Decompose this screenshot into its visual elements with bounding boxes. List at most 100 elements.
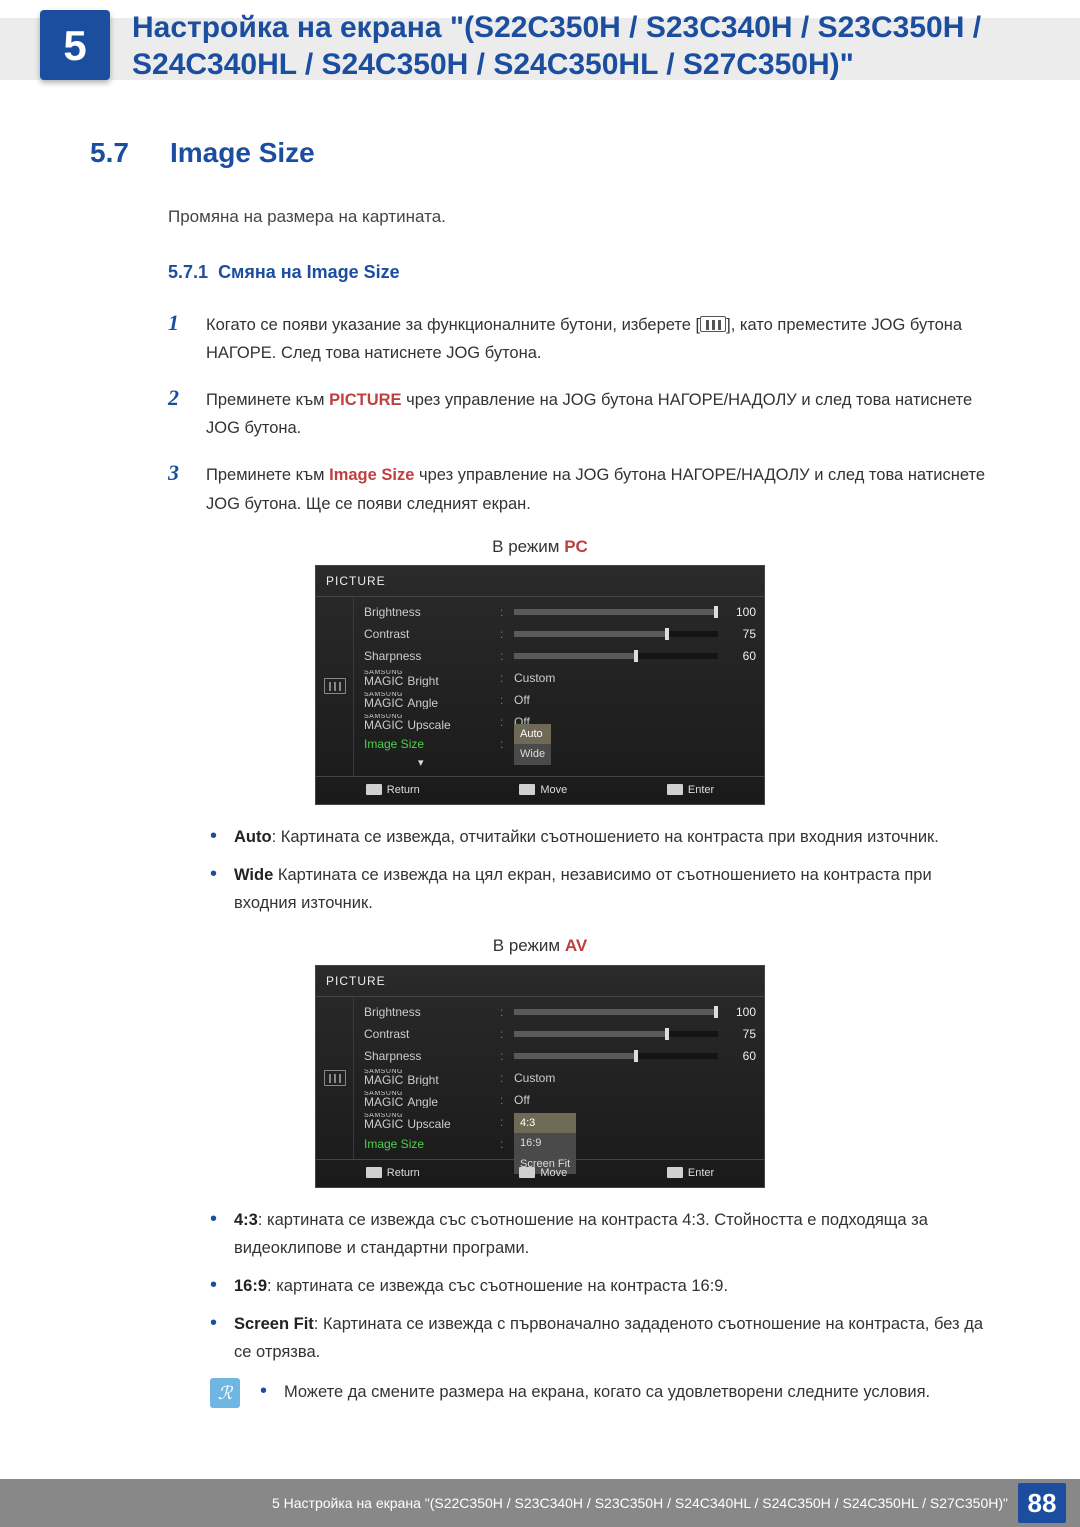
mode-name: PC (564, 537, 588, 556)
osd-option: Auto (514, 724, 551, 745)
osd-row-magic-angle: SAMSUNGMAGIC Angle : Off (364, 689, 756, 711)
osd-value: Off (514, 691, 756, 709)
step-number: 3 (168, 456, 188, 489)
page-number: 88 (1018, 1483, 1066, 1523)
osd-row-image-size: Image Size : 4:3 16:9 Screen Fit (364, 1133, 756, 1155)
magic-brand: MAGIC (364, 1119, 403, 1130)
osd-row-magic-angle: SAMSUNGMAGIC Angle : Off (364, 1089, 756, 1111)
magic-suffix: Bright (407, 1075, 438, 1086)
bullet-text: : Картината се извежда с първоначално за… (234, 1315, 983, 1361)
subsection-number: 5.7.1 (168, 262, 208, 282)
info-icon: ℛ (210, 1378, 240, 1408)
picture-icon (324, 1070, 346, 1086)
mode-name: AV (565, 936, 587, 955)
osd-value: 60 (728, 647, 756, 665)
osd-label: Contrast (364, 625, 494, 643)
osd-title: PICTURE (316, 966, 764, 997)
osd-label: Sharpness (364, 647, 494, 665)
move-icon (519, 784, 535, 795)
osd-row-magic-bright: SAMSUNGMAGIC Bright : Custom (364, 1067, 756, 1089)
mode-prefix: В режим (493, 936, 565, 955)
mode-caption-av: В режим AV (90, 933, 990, 959)
osd-label: Contrast (364, 1025, 494, 1043)
osd-value: 60 (728, 1047, 756, 1065)
bullet: • 4:3: картината се извежда със съотноше… (210, 1206, 990, 1262)
osd-row-sharpness: Sharpness : 60 (364, 1045, 756, 1067)
bullet-text: : картината се извежда със съотношение н… (234, 1211, 928, 1257)
picture-icon (324, 678, 346, 694)
osd-value: Custom (514, 669, 756, 687)
osd-row-brightness: Brightness : 100 (364, 601, 756, 623)
osd-option: 4:3 (514, 1113, 576, 1134)
bullet-keyword: 4:3 (234, 1211, 258, 1229)
magic-suffix: Upscale (407, 1119, 450, 1130)
osd-label: Image Size (364, 1135, 494, 1153)
magic-brand: MAGIC (364, 1097, 403, 1108)
move-icon (519, 1167, 535, 1178)
section-heading: 5.7Image Size (90, 132, 990, 174)
chapter-number-badge: 5 (40, 10, 110, 80)
keyword: Image Size (329, 466, 414, 484)
osd-value: 75 (728, 625, 756, 643)
magic-brand: MAGIC (364, 720, 403, 731)
osd-footer-enter: Enter (688, 782, 714, 799)
osd-footer-enter: Enter (688, 1165, 714, 1182)
magic-suffix: Angle (407, 698, 438, 709)
osd-screenshot-av: PICTURE Brightness : 100 Contrast : 75 (315, 965, 765, 1189)
bullet: • Auto: Картината се извежда, отчитайки … (210, 823, 990, 851)
enter-icon (667, 1167, 683, 1178)
bullet: • Screen Fit: Картината се извежда с пър… (210, 1310, 990, 1366)
osd-value: Off (514, 1091, 756, 1109)
bullet: • Wide Картината се извежда на цял екран… (210, 861, 990, 917)
info-note: Можете да смените размера на екрана, ког… (284, 1378, 930, 1406)
step-item: 1 Когато се появи указание за функционал… (168, 306, 990, 367)
osd-row-contrast: Contrast : 75 (364, 623, 756, 645)
step-item: 2 Преминете към PICTURE чрез управление … (168, 381, 990, 442)
section-number: 5.7 (90, 132, 170, 174)
page-footer: 5 Настройка на екрана "(S22C350H / S23C3… (0, 1479, 1080, 1527)
osd-value: 75 (728, 1025, 756, 1043)
osd-option: Wide (514, 744, 551, 765)
osd-label: Image Size (364, 735, 494, 753)
mode-caption-pc: В режим PC (90, 534, 990, 560)
step-item: 3 Преминете към Image Size чрез управлен… (168, 456, 990, 517)
magic-brand: MAGIC (364, 1075, 403, 1086)
osd-footer-return: Return (387, 782, 420, 799)
osd-label: Sharpness (364, 1047, 494, 1065)
osd-label: Brightness (364, 1003, 494, 1021)
mode-prefix: В режим (492, 537, 564, 556)
chapter-title: Настройка на екрана "(S22C350H / S23C340… (132, 10, 1020, 84)
bullet-text: : Картината се извежда, отчитайки съотно… (272, 828, 939, 846)
return-icon (366, 1167, 382, 1178)
osd-label: Brightness (364, 603, 494, 621)
bullet-keyword: Auto (234, 828, 272, 846)
osd-row-magic-bright: SAMSUNGMAGIC Bright : Custom (364, 667, 756, 689)
bullet-text: Картината се извежда на цял екран, незав… (234, 866, 932, 912)
osd-row-brightness: Brightness : 100 (364, 1001, 756, 1023)
step-number: 2 (168, 381, 188, 414)
step-text: Преминете към (206, 466, 329, 484)
section-title-text: Image Size (170, 137, 315, 168)
osd-footer-return: Return (387, 1165, 420, 1182)
osd-option: 16:9 (514, 1133, 576, 1154)
keyword: PICTURE (329, 391, 401, 409)
bullet-keyword: Screen Fit (234, 1315, 314, 1333)
bullet-keyword: Wide (234, 866, 273, 884)
section-intro: Промяна на размера на картината. (168, 204, 990, 230)
subsection-heading: 5.7.1 Смяна на Image Size (168, 259, 990, 286)
osd-footer-move: Move (540, 1165, 567, 1182)
bullet: • 16:9: картината се извежда със съотнош… (210, 1272, 990, 1300)
osd-value: 100 (728, 1003, 756, 1021)
subsection-title-text: Смяна на Image Size (218, 262, 400, 282)
osd-value: Custom (514, 1069, 756, 1087)
menu-icon (700, 316, 726, 332)
magic-brand: MAGIC (364, 698, 403, 709)
magic-suffix: Upscale (407, 720, 450, 731)
osd-screenshot-pc: PICTURE Brightness : 100 Contrast : 75 (315, 565, 765, 805)
step-text: Преминете към (206, 391, 329, 409)
osd-value: 100 (728, 603, 756, 621)
magic-suffix: Angle (407, 1097, 438, 1108)
bullet-text: : картината се извежда със съотношение н… (267, 1277, 728, 1295)
osd-title: PICTURE (316, 566, 764, 597)
step-number: 1 (168, 306, 188, 339)
